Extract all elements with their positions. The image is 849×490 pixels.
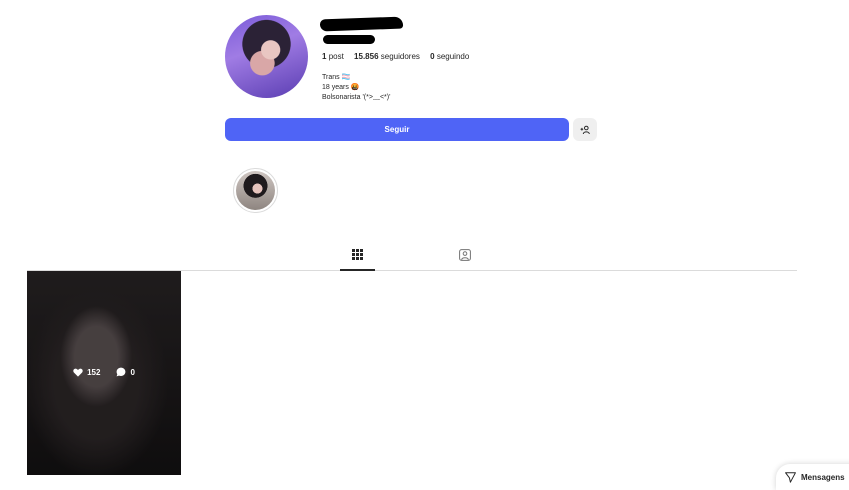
posts-stat: 1 post: [322, 52, 344, 61]
username-redacted: [319, 16, 404, 32]
follow-button[interactable]: Seguir: [225, 118, 569, 141]
post-tile[interactable]: 152 0: [27, 271, 181, 475]
comments-count: 0: [130, 367, 135, 377]
profile-avatar[interactable]: [225, 15, 308, 98]
following-stat[interactable]: 0 seguindo: [430, 52, 469, 61]
add-person-icon: [580, 125, 590, 134]
comments-stat: 0: [116, 367, 135, 377]
comment-icon: [117, 367, 126, 377]
bio-line: Bolsonarista '(*>﹏<*)': [322, 94, 391, 101]
profile-stats: 1 post 15.856 seguidores 0 seguindo: [322, 52, 477, 61]
messages-label: Mensagens: [801, 472, 845, 482]
tab-posts[interactable]: [340, 249, 375, 270]
highlight-cover: [236, 171, 275, 210]
story-highlight[interactable]: [233, 168, 278, 213]
tab-tagged[interactable]: [455, 249, 475, 269]
tagged-icon: [459, 249, 471, 261]
bio-line: Trans 🏳️‍⚧️: [322, 74, 351, 81]
fullname-redacted: [323, 35, 375, 44]
profile-bio: Trans 🏳️‍⚧️ 18 years 🤬 Bolsonarista '(*>…: [322, 73, 390, 103]
bio-line: 18 years 🤬: [322, 84, 360, 91]
likes-stat: 152: [73, 367, 100, 377]
post-stats: 152 0: [27, 367, 181, 377]
send-icon: [785, 471, 796, 483]
suggested-accounts-button[interactable]: [573, 118, 597, 141]
followers-stat[interactable]: 15.856 seguidores: [354, 52, 420, 61]
messages-button[interactable]: Mensagens: [776, 464, 849, 490]
heart-icon: [73, 368, 83, 377]
active-tab-indicator: [340, 269, 375, 271]
grid-icon: [352, 249, 363, 260]
likes-count: 152: [87, 367, 101, 377]
